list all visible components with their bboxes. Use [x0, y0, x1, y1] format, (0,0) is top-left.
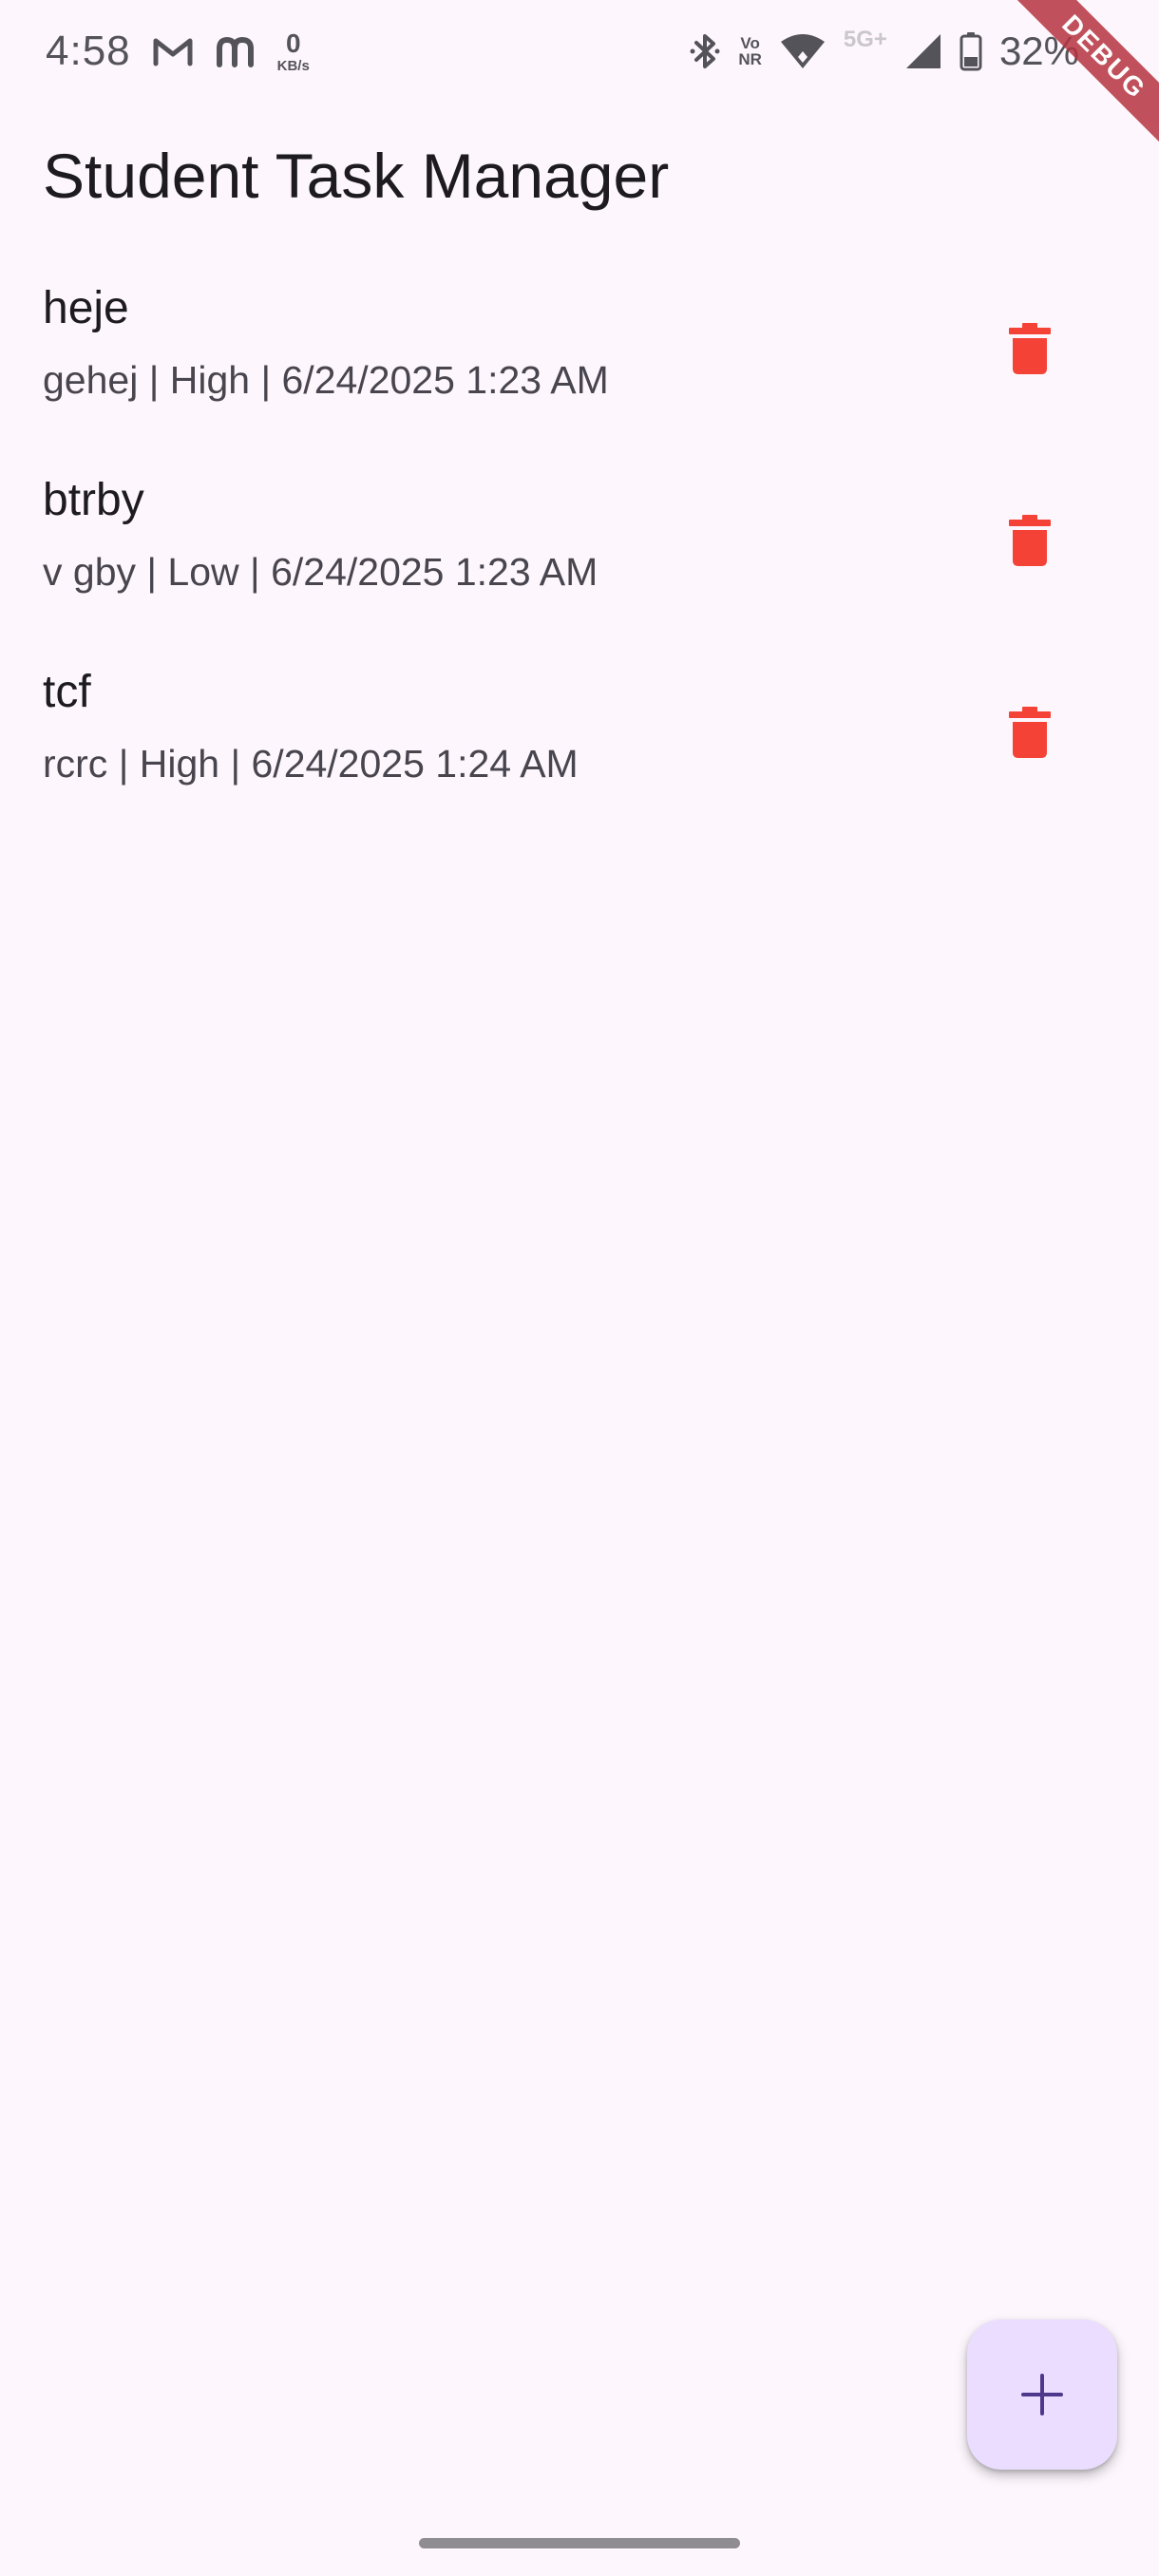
task-title: btrby — [43, 475, 144, 525]
task-list: heje gehej | High | 6/24/2025 1:23 AM bt… — [0, 269, 1159, 844]
task-list-item[interactable]: btrby v gby | Low | 6/24/2025 1:23 AM — [0, 461, 1159, 653]
volte-top: Vo — [740, 34, 760, 52]
status-time: 4:58 — [46, 28, 131, 74]
m-app-icon — [215, 35, 256, 67]
battery-icon — [960, 31, 982, 71]
volte-bottom: NR — [738, 50, 762, 68]
delete-task-button[interactable] — [990, 692, 1070, 772]
task-subtitle: gehej | High | 6/24/2025 1:23 AM — [43, 358, 609, 402]
status-bar: 4:58 0 KB/s Vo NR 5G+ 32% — [0, 0, 1159, 104]
task-title: tcf — [43, 667, 91, 717]
net-speed-value: 0 — [285, 28, 301, 58]
trash-icon — [1009, 323, 1051, 374]
delete-task-button[interactable] — [990, 501, 1070, 580]
net-speed: 0 KB/s — [276, 28, 310, 74]
volte-icon: Vo NR — [738, 35, 762, 67]
wifi-icon — [779, 32, 826, 70]
gesture-nav-bar[interactable] — [419, 2538, 740, 2548]
task-subtitle: rcrc | High | 6/24/2025 1:24 AM — [43, 742, 579, 786]
page-title: Student Task Manager — [43, 141, 670, 211]
trash-icon — [1009, 515, 1051, 566]
delete-task-button[interactable] — [990, 309, 1070, 388]
trash-icon — [1009, 707, 1051, 758]
task-list-item[interactable]: tcf rcrc | High | 6/24/2025 1:24 AM — [0, 653, 1159, 844]
bluetooth-icon — [689, 32, 721, 70]
status-right: Vo NR 5G+ 32% — [689, 23, 1079, 80]
status-left: 4:58 0 KB/s — [46, 23, 310, 80]
add-task-fab[interactable] — [967, 2320, 1117, 2470]
battery-percent: 32% — [998, 28, 1079, 73]
add-icon — [1021, 2374, 1063, 2415]
network-type: 5G+ — [843, 27, 887, 52]
task-title: heje — [43, 283, 129, 333]
task-list-item[interactable]: heje gehej | High | 6/24/2025 1:23 AM — [0, 269, 1159, 461]
task-subtitle: v gby | Low | 6/24/2025 1:23 AM — [43, 550, 598, 594]
net-speed-unit: KB/s — [276, 57, 310, 74]
signal-icon — [904, 32, 942, 70]
gmail-icon — [152, 35, 194, 67]
